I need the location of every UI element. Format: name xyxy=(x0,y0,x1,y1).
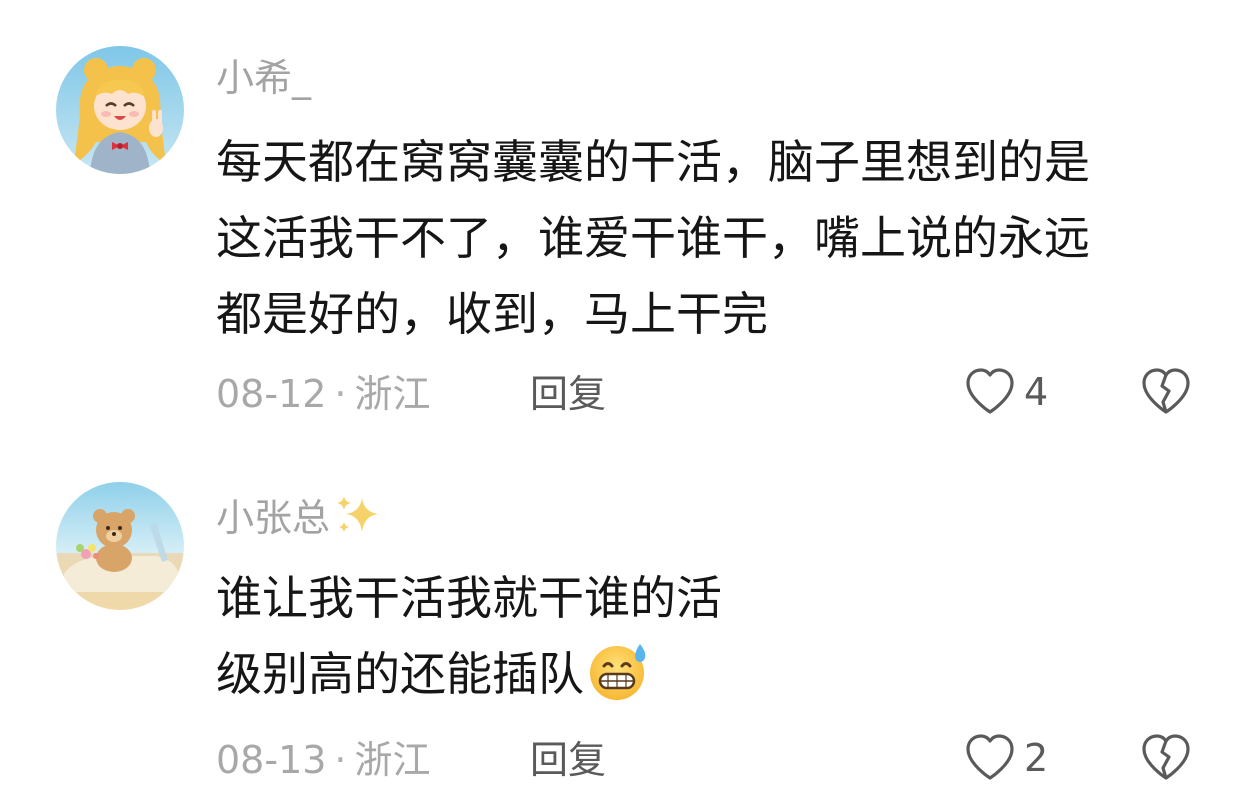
like-count: 4 xyxy=(1024,370,1049,414)
heart-outline-icon xyxy=(966,368,1014,414)
heart-outline-icon xyxy=(966,734,1014,780)
comment-line: 这活我干不了，谁爱干谁干，嘴上说的永远 xyxy=(216,211,1090,265)
username-text: 小希_ xyxy=(216,56,312,100)
comment-line: 都是好的，收到，马上干完 xyxy=(216,287,768,341)
broken-heart-icon xyxy=(1142,734,1190,780)
username[interactable]: 小希_ xyxy=(216,54,311,102)
comment-line: 级别高的还能插队 xyxy=(216,636,1226,724)
meta-separator: · xyxy=(334,738,347,782)
meta-separator: · xyxy=(334,372,347,416)
comment-line-text: 级别高的还能插队 xyxy=(216,647,584,701)
comment-line: 每天都在窝窝囊囊的干活，脑子里想到的是 xyxy=(216,135,1090,189)
like-button[interactable]: 2 xyxy=(962,730,1048,786)
comment-text: 每天都在窝窝囊囊的干活，脑子里想到的是 这活我干不了，谁爱干谁干，嘴上说的永远 … xyxy=(216,124,1226,352)
comment-date: 08-12 xyxy=(216,372,327,416)
comment-location: 浙江 xyxy=(354,738,431,782)
comment-location: 浙江 xyxy=(354,372,431,416)
dislike-button[interactable] xyxy=(1138,364,1194,420)
dislike-button[interactable] xyxy=(1138,730,1194,786)
avatar[interactable] xyxy=(56,46,184,174)
comment-item: 小希_ 每天都在窝窝囊囊的干活，脑子里想到的是 这活我干不了，谁爱干谁干，嘴上说… xyxy=(0,40,1260,430)
comment-item: 小张总 谁让我干活我就干谁的活 级别高的还能插队 08-13 · 浙江 回复 2 xyxy=(0,480,1260,808)
comment-text: 谁让我干活我就干谁的活 级别高的还能插队 xyxy=(216,560,1226,724)
reply-button[interactable]: 回复 xyxy=(530,370,606,418)
sparkles-icon xyxy=(332,492,382,549)
like-count: 2 xyxy=(1024,736,1049,780)
avatar-teddy-bear-image xyxy=(56,482,184,610)
username-text: 小张总 xyxy=(216,496,331,540)
like-button[interactable]: 4 xyxy=(962,364,1048,420)
reply-button[interactable]: 回复 xyxy=(530,736,606,784)
comment-line: 谁让我干活我就干谁的活 xyxy=(216,571,722,625)
comment-date: 08-13 xyxy=(216,738,327,782)
comment-meta: 08-12 · 浙江 xyxy=(216,370,431,418)
username[interactable]: 小张总 xyxy=(216,492,382,549)
broken-heart-icon xyxy=(1142,368,1190,414)
comment-meta: 08-13 · 浙江 xyxy=(216,736,431,784)
grinning-sweat-emoji-icon xyxy=(586,640,652,724)
avatar[interactable] xyxy=(56,482,184,610)
avatar-anime-girl-image xyxy=(56,46,184,174)
